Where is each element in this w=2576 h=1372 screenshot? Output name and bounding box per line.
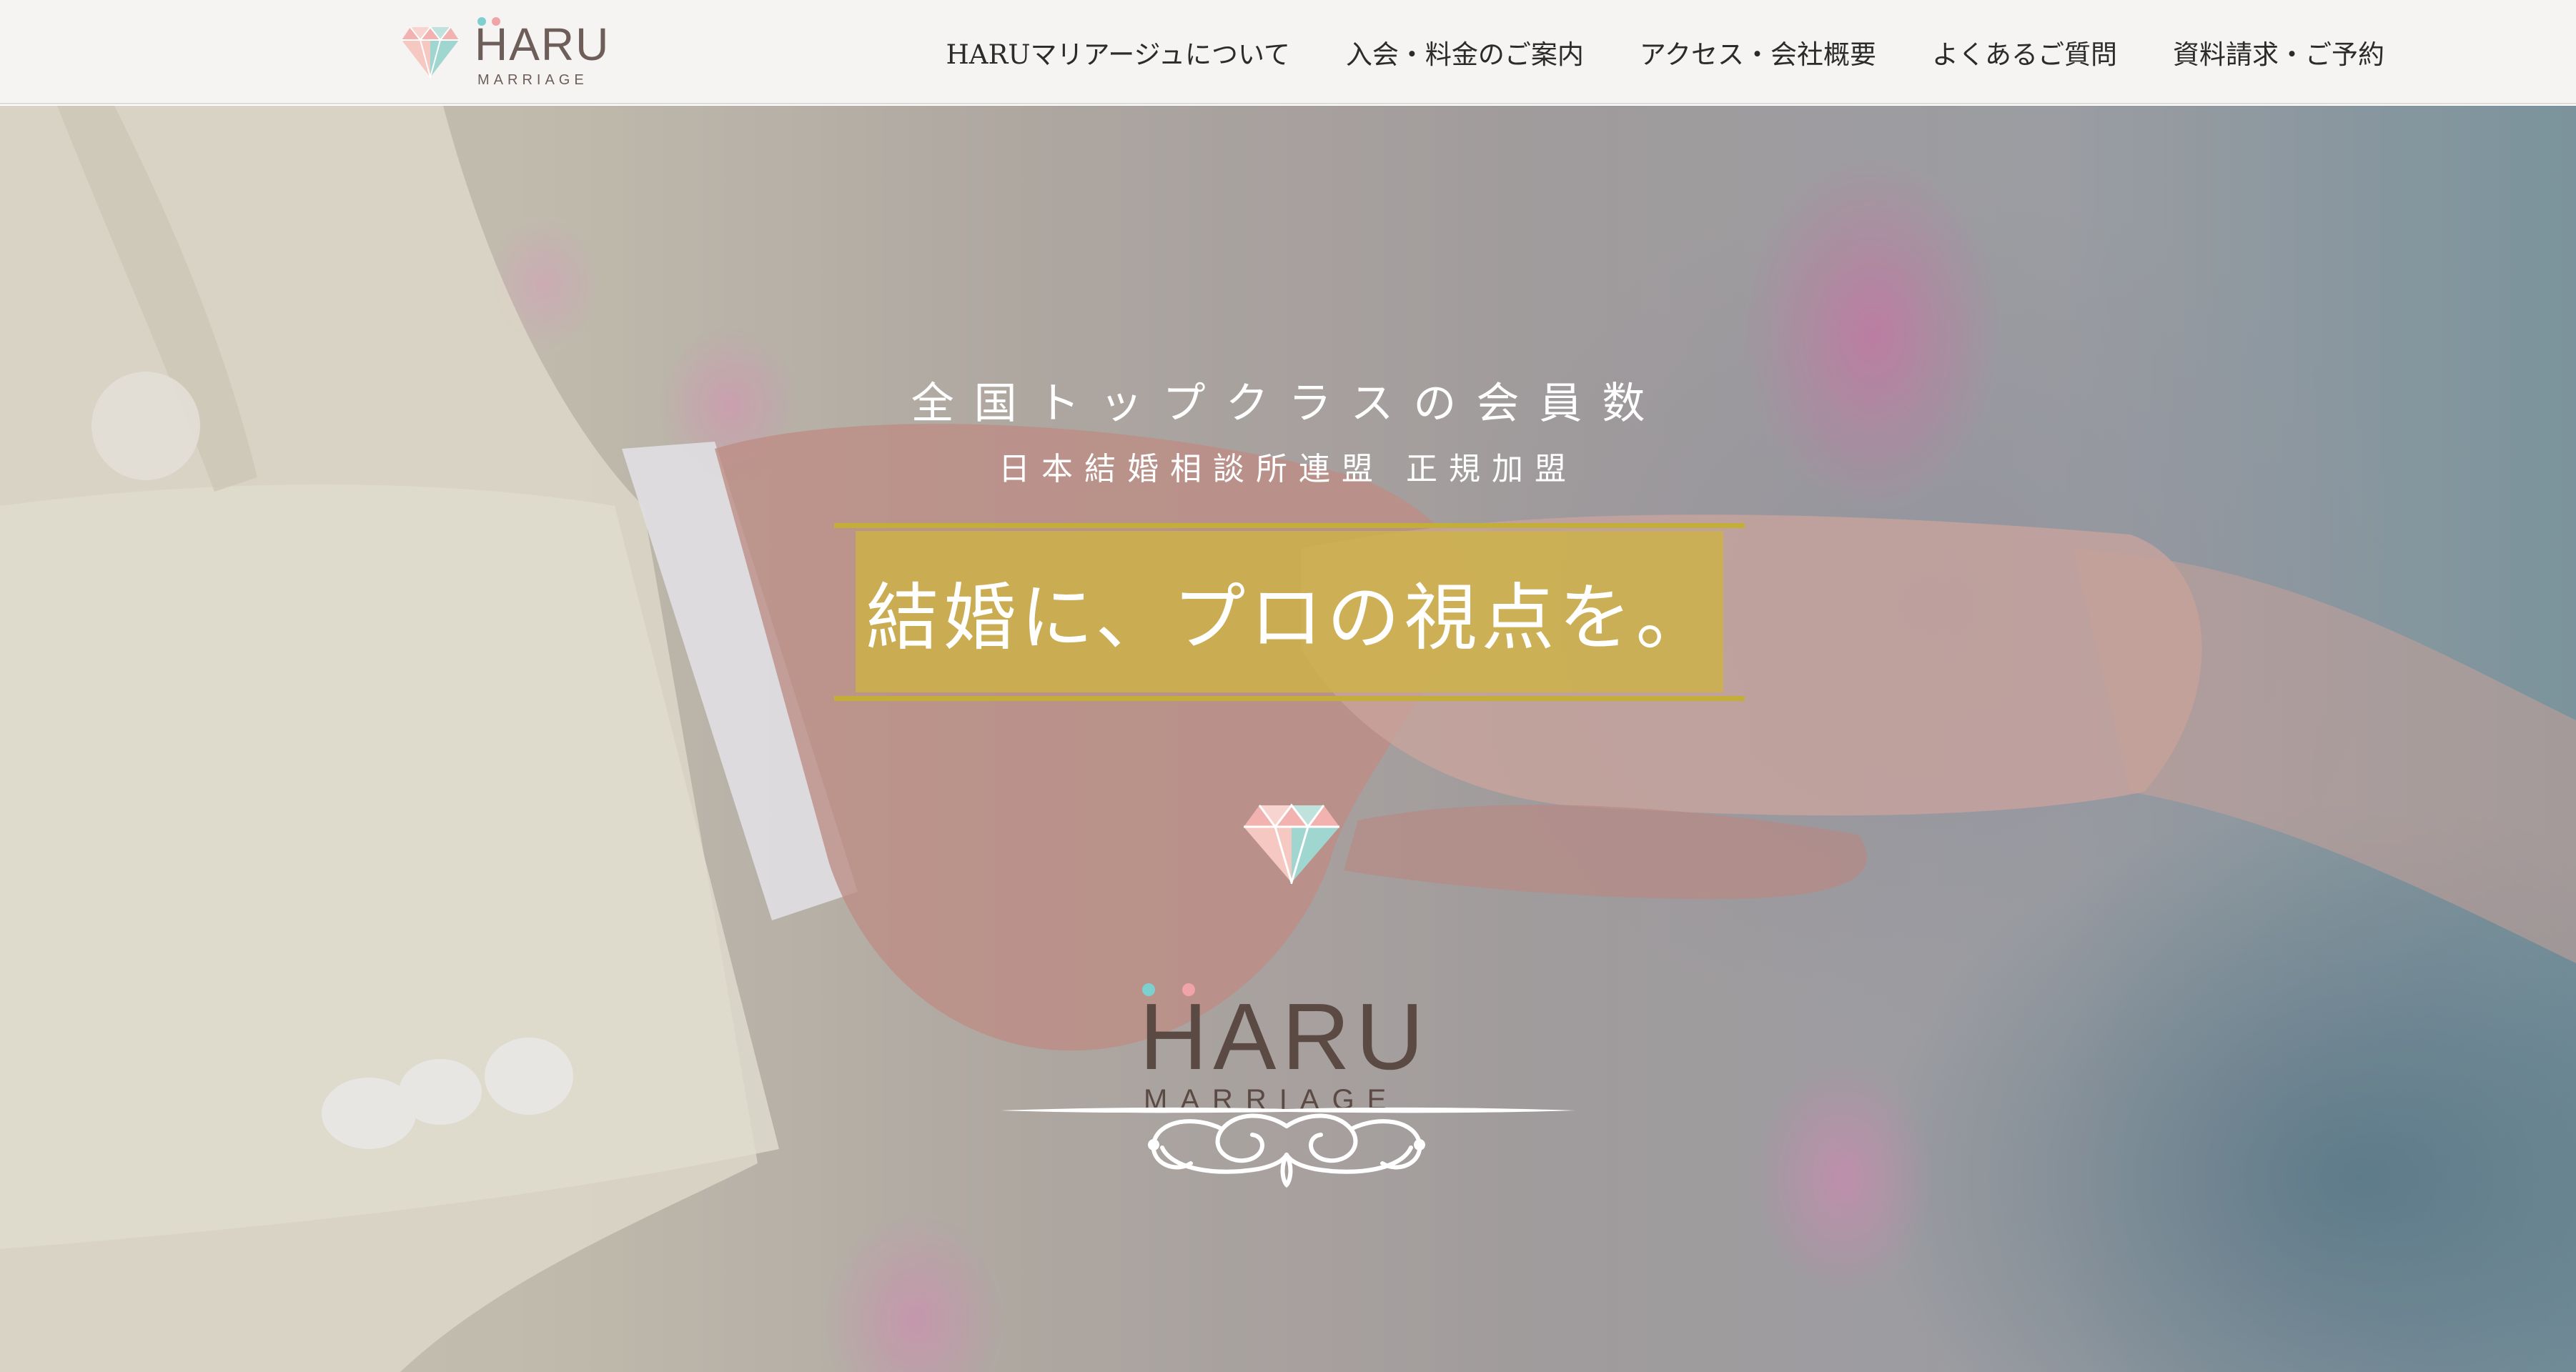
- nav-item-faq[interactable]: よくあるご質問: [1932, 33, 2117, 71]
- page: HARU MARRIAGE HARUマリアージュについて 入会・料金のご案内 ア…: [0, 0, 2576, 1372]
- site-logo[interactable]: HARU MARRIAGE: [400, 16, 615, 87]
- hero-headline: 結婚に、プロの視点を。: [866, 575, 1713, 661]
- logo-wordmark: HARU: [475, 19, 610, 70]
- nav-item-contact[interactable]: 資料請求・ご予約: [2173, 33, 2384, 71]
- nav-item-pricing[interactable]: 入会・料金のご案内: [1346, 33, 1584, 71]
- logo-subtitle: MARRIAGE: [477, 72, 588, 88]
- hero-tagline: 全国トップクラスの会員数: [911, 379, 1665, 429]
- nav-item-about[interactable]: HARUマリアージュについて: [946, 33, 1289, 71]
- headline-banner: 結婚に、プロの視点を。: [856, 531, 1723, 692]
- banner-rule-top: [834, 523, 1745, 528]
- banner-rule-bottom: [834, 696, 1745, 701]
- hero-logo: HARU MARRIAGE: [1136, 802, 1451, 1114]
- diamond-icon: [402, 26, 459, 79]
- hero-section: 全国トップクラスの会員数 日本結婚相談所連盟 正規加盟 結婚に、プロの視点を。 …: [0, 106, 2576, 1372]
- hero-sub-tagline: 日本結婚相談所連盟 正規加盟: [999, 451, 1577, 487]
- nav-item-access[interactable]: アクセス・会社概要: [1640, 33, 1876, 71]
- site-header: HARU MARRIAGE HARUマリアージュについて 入会・料金のご案内 ア…: [0, 0, 2576, 104]
- hero-diamond-icon: [1244, 803, 1339, 884]
- hero-logo-wordmark: HARU: [1139, 984, 1430, 1089]
- main-nav: HARUマリアージュについて 入会・料金のご案内 アクセス・会社概要 よくあるご…: [946, 0, 2384, 104]
- flourish-divider: [1001, 1107, 1575, 1188]
